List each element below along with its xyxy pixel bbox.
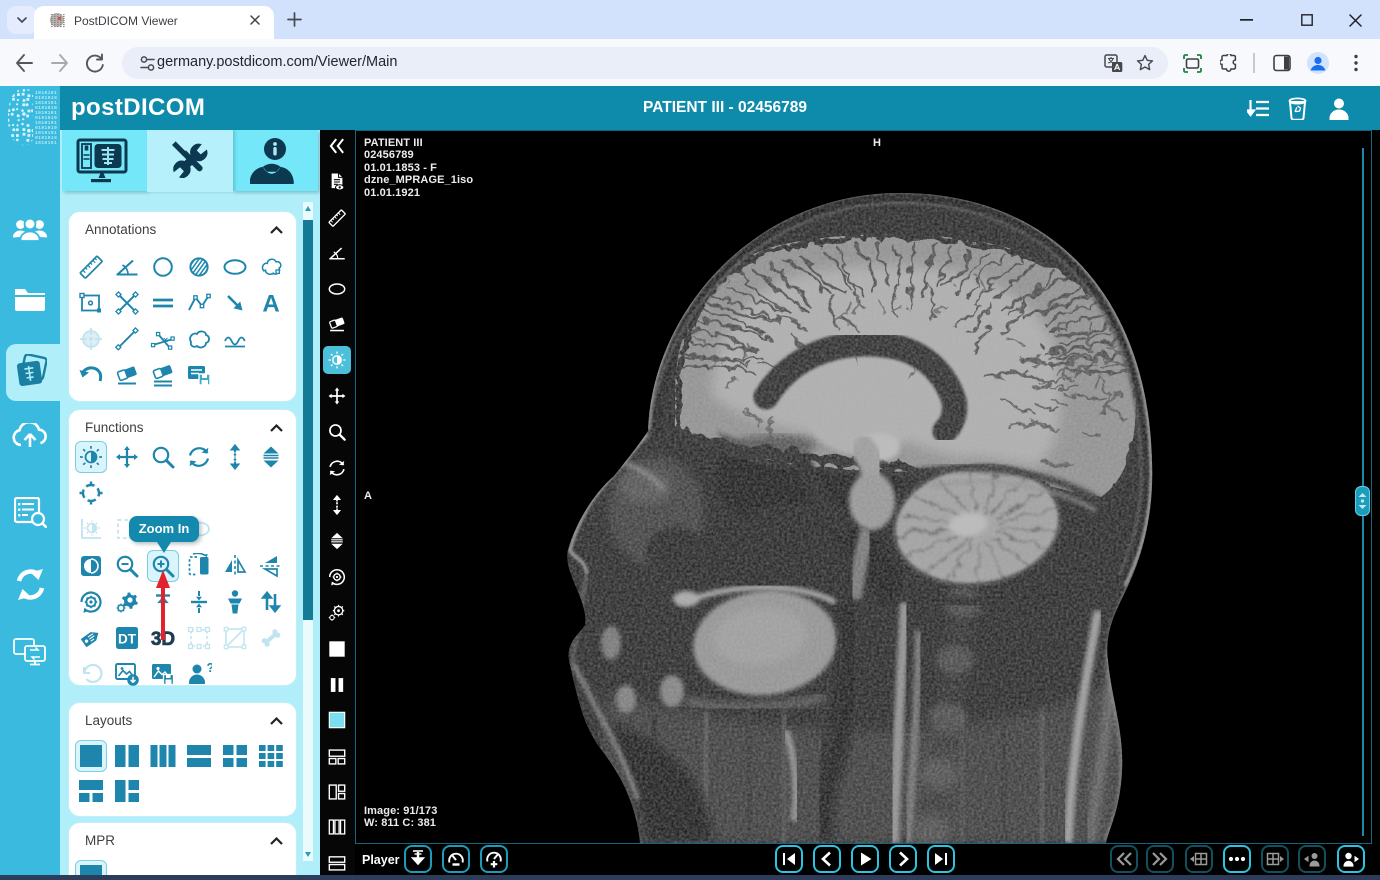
svg-text:×: × xyxy=(163,335,168,345)
svg-text:DT: DT xyxy=(118,632,137,647)
svg-text:A: A xyxy=(262,291,279,317)
svg-text:1010101: 1010101 xyxy=(35,140,57,146)
svg-text:?: ? xyxy=(207,661,213,675)
